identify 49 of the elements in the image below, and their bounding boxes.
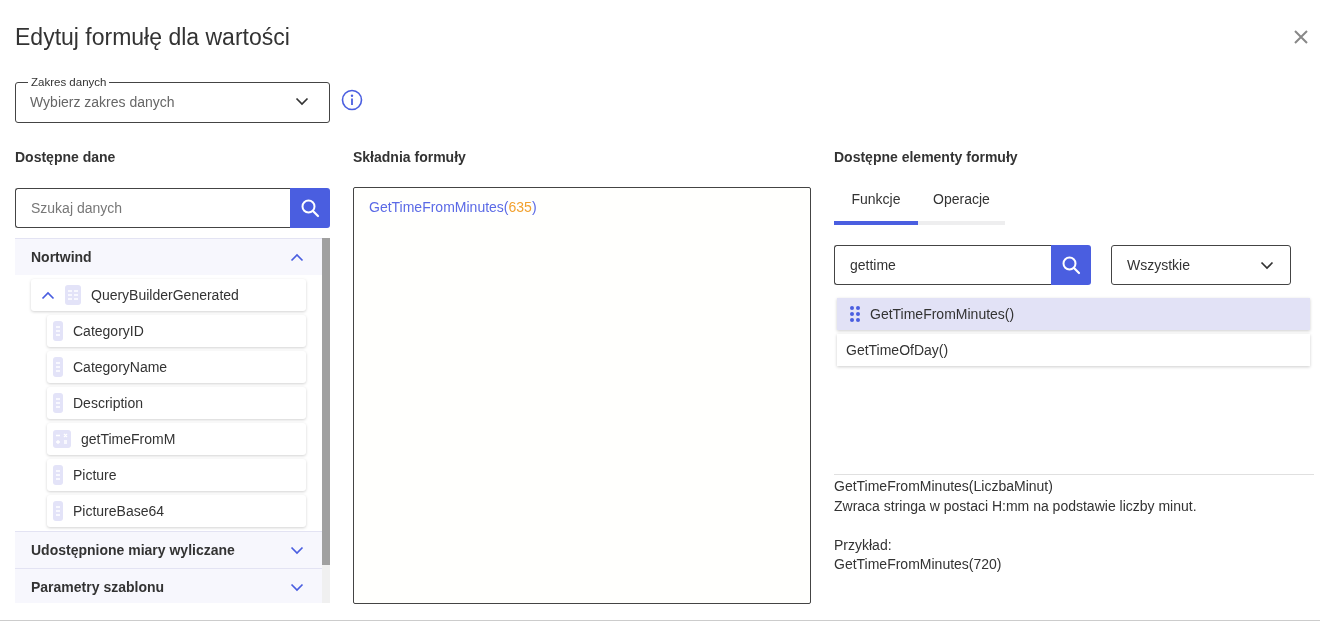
field-icon: [53, 465, 63, 485]
collapse-icon[interactable]: [41, 290, 55, 300]
search-button[interactable]: [290, 188, 330, 228]
close-icon: [1294, 30, 1308, 44]
field-icon: [53, 501, 63, 521]
formula-editor[interactable]: GetTimeFromMinutes(635): [353, 187, 811, 604]
dialog-title: Edytuj formułę dla wartości: [15, 23, 290, 51]
tree-item[interactable]: Description: [47, 387, 306, 419]
tab[interactable]: Operacje: [918, 183, 1005, 225]
example-label: Przykład:: [834, 535, 893, 555]
search-icon: [1061, 255, 1081, 275]
drag-handle-icon[interactable]: [850, 306, 860, 322]
section-heading: Dostępne dane: [15, 148, 117, 167]
tree-item[interactable]: QueryBuilderGenerated: [31, 279, 306, 311]
search-field[interactable]: Szukaj danych: [15, 188, 290, 228]
tree-section[interactable]: Parametry szablonu: [15, 568, 322, 603]
chevron-down-icon[interactable]: [1260, 260, 1274, 270]
table-icon: [65, 285, 81, 305]
tree-item[interactable]: getTimeFromM: [47, 423, 306, 455]
tree-item[interactable]: CategoryID: [47, 315, 306, 347]
expand-icon[interactable]: [290, 545, 304, 555]
field-icon: [53, 357, 63, 377]
search-icon: [300, 198, 320, 218]
tree-section[interactable]: Udostępnione miary wyliczane: [15, 531, 322, 568]
section-heading: Dostępne elementy formuły: [834, 148, 1019, 167]
example-text: GetTimeFromMinutes(720): [834, 555, 1003, 574]
field-icon: [53, 321, 63, 341]
search-button[interactable]: [1051, 245, 1091, 285]
field-icon: [53, 393, 63, 413]
function-description: Zwraca stringa w postaci H:mm na podstawie liczby minut.: [834, 496, 1198, 516]
data-range-dropdown[interactable]: Zakres danych Wybierz zakres danych: [15, 77, 330, 123]
collapse-icon[interactable]: [290, 252, 304, 262]
tab[interactable]: Funkcje: [834, 183, 918, 225]
function-item[interactable]: GetTimeFromMinutes(): [837, 298, 1310, 330]
chevron-down-icon[interactable]: [295, 97, 309, 106]
scrollbar-thumb[interactable]: [322, 238, 330, 565]
function-signature: GetTimeFromMinutes(LiczbaMinut): [834, 477, 1054, 496]
tree-item[interactable]: CategoryName: [47, 351, 306, 383]
formula-text: GetTimeFromMinutes(635): [369, 199, 537, 215]
section-heading: Składnia formuły: [353, 148, 467, 167]
calculator-icon: [53, 430, 71, 448]
search-field[interactable]: gettime: [834, 245, 1051, 285]
info-icon[interactable]: [341, 89, 363, 111]
function-item[interactable]: GetTimeOfDay(): [837, 334, 1310, 366]
tree-item[interactable]: Picture: [47, 459, 306, 491]
tree-section[interactable]: Nortwind: [15, 238, 322, 275]
category-dropdown[interactable]: Wszystkie: [1111, 245, 1291, 285]
tree-item[interactable]: PictureBase64: [47, 495, 306, 527]
expand-icon[interactable]: [290, 582, 304, 592]
